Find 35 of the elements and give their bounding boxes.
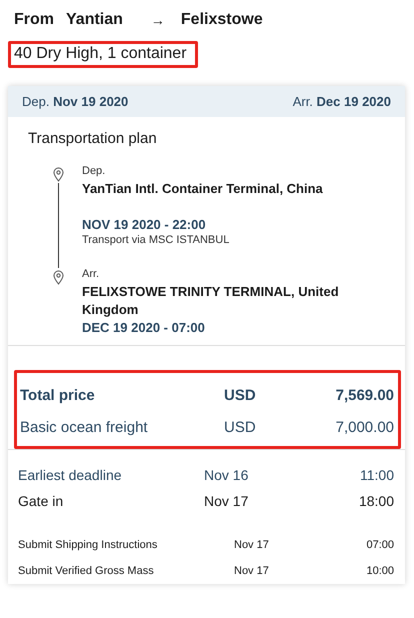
departure-date: Dep. Nov 19 2020	[22, 94, 128, 109]
terminal-name: FELIXSTOWE TRINITY TERMINAL, United Kingdom	[82, 283, 340, 319]
deadline-date: Nov 16	[204, 467, 250, 483]
plan-title: Transportation plan	[27, 129, 158, 147]
container-summary: 40 Dry High, 1 container	[8, 41, 198, 68]
deadline-time: 10:00	[365, 565, 394, 577]
location-pin-icon	[52, 167, 64, 182]
currency: USD	[224, 386, 257, 404]
arrow-text: →	[150, 12, 166, 28]
deadline-label: Gate in	[18, 493, 64, 509]
destination-city: Felixstowe	[180, 11, 263, 29]
origin-city: Yantian	[66, 11, 123, 29]
stop-label: Dep.	[82, 165, 106, 177]
deadline-date: Nov 17	[234, 565, 270, 577]
deadline-label: Earliest deadline	[18, 467, 123, 483]
stop-label: Arr.	[82, 268, 100, 280]
deadline-time: 18:00	[358, 493, 394, 509]
deadline-label: Submit Shipping Instructions	[18, 539, 158, 551]
stop-datetime: NOV 19 2020 - 22:00	[82, 217, 207, 232]
stop-datetime: DEC 19 2020 - 07:00	[82, 320, 206, 335]
location-pin-icon	[52, 270, 64, 285]
deadline-time: 11:00	[359, 467, 394, 483]
price-amount: 7,569.00	[334, 386, 394, 404]
arrival-date: Arr. Dec 19 2020	[292, 94, 391, 109]
deadline-date: Nov 17	[204, 493, 250, 509]
deadline-time: 07:00	[365, 539, 394, 551]
price-label: Basic ocean freight	[20, 418, 149, 436]
vessel-note: Transport via MSC ISTANBUL	[82, 234, 230, 246]
deadline-label: Submit Verified Gross Mass	[18, 565, 155, 577]
price-label: Total price	[20, 386, 96, 404]
terminal-name: YanTian Intl. Container Terminal, China	[82, 180, 324, 198]
currency: USD	[224, 418, 257, 436]
deadline-date: Nov 17	[234, 539, 270, 551]
from-label: From	[14, 11, 55, 29]
price-amount: 7,000.00	[334, 418, 394, 436]
